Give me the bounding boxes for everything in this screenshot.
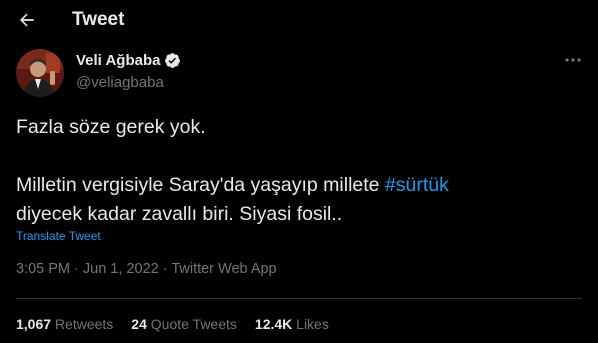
- more-options-button[interactable]: [562, 52, 584, 68]
- translate-tweet-link[interactable]: Translate Tweet: [16, 229, 101, 243]
- likes-label: Likes: [296, 316, 329, 332]
- author-display-name[interactable]: Veli Ağbaba: [76, 52, 160, 69]
- quote-tweets-count: 24: [131, 316, 147, 332]
- tweet-text: Fazla söze gerek yok. Milletin vergisiyl…: [16, 113, 576, 229]
- tweet-blank-line: [16, 142, 576, 171]
- retweets-label: Retweets: [54, 316, 114, 332]
- tweet-line: Fazla söze gerek yok.: [16, 116, 206, 138]
- verified-badge-icon: [165, 53, 181, 68]
- hashtag-link[interactable]: #sürtük: [385, 174, 449, 196]
- avatar-photo: [16, 49, 64, 97]
- arrow-left-icon: [20, 13, 34, 27]
- meta-separator: ·: [158, 261, 172, 277]
- engagement-stats: 1,067 Retweets 24 Quote Tweets 12.4K Lik…: [16, 316, 329, 332]
- retweets-stat[interactable]: 1,067 Retweets: [16, 316, 113, 332]
- tweet-metadata: 3:05 PM · Jun 1, 2022 · Twitter Web App: [16, 261, 277, 277]
- likes-count: 12.4K: [254, 316, 293, 332]
- tweet-line: diyecek kadar zavallı biri. Siyasi fosil…: [16, 203, 343, 225]
- quote-tweets-label: Quote Tweets: [150, 316, 237, 332]
- tweet-source[interactable]: Twitter Web App: [171, 261, 276, 277]
- divider: [16, 298, 582, 299]
- tweet-date[interactable]: Jun 1, 2022: [83, 261, 159, 277]
- author-handle[interactable]: @veliagbaba: [76, 74, 164, 91]
- more-horizontal-icon: [565, 58, 581, 62]
- author-name-row: Veli Ağbaba: [76, 52, 181, 69]
- back-button[interactable]: [13, 6, 41, 34]
- avatar[interactable]: [16, 49, 64, 97]
- tweet-text-segment: Milletin vergisiyle Saray'da yaşayıp mil…: [16, 174, 385, 196]
- retweets-count: 1,067: [16, 316, 52, 332]
- tweet-line: Milletin vergisiyle Saray'da yaşayıp mil…: [16, 171, 576, 200]
- top-bar: Tweet: [0, 0, 598, 40]
- meta-separator: ·: [70, 261, 83, 277]
- quote-tweets-stat[interactable]: 24 Quote Tweets: [131, 316, 237, 332]
- tweet-time[interactable]: 3:05 PM: [16, 261, 70, 277]
- page-title: Tweet: [72, 9, 125, 30]
- likes-stat[interactable]: 12.4K Likes: [255, 316, 329, 332]
